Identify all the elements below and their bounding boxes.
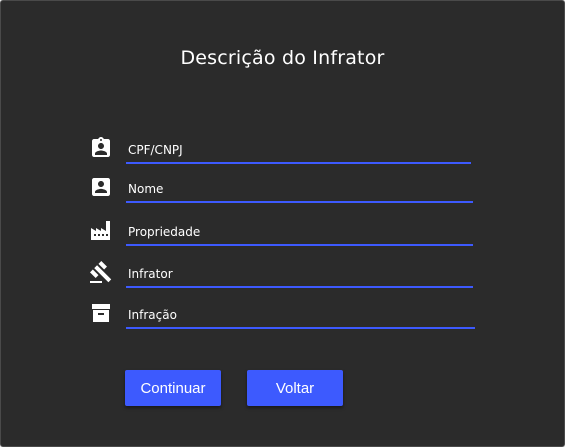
account-box-icon [89,175,113,199]
property-field[interactable] [126,214,473,246]
name-input[interactable] [128,181,473,197]
cpf-cnpj-field[interactable] [126,132,471,164]
property-input[interactable] [128,224,473,240]
back-button[interactable]: Voltar [247,370,343,406]
badge-icon [89,136,113,160]
cpf-cnpj-input[interactable] [128,142,471,158]
offender-input[interactable] [128,266,473,282]
dialog-title: Descrição do Infrator [180,47,385,69]
gavel-icon [89,260,113,284]
offender-description-dialog: Descrição do Infrator CPF/CNPJ Nome Prop… [0,0,565,447]
infraction-input[interactable] [128,307,475,323]
archive-icon [89,301,113,325]
name-field[interactable] [126,171,473,203]
continue-button[interactable]: Continuar [125,370,221,406]
factory-icon [89,218,113,242]
infraction-field[interactable] [126,297,475,329]
offender-field[interactable] [126,256,473,288]
